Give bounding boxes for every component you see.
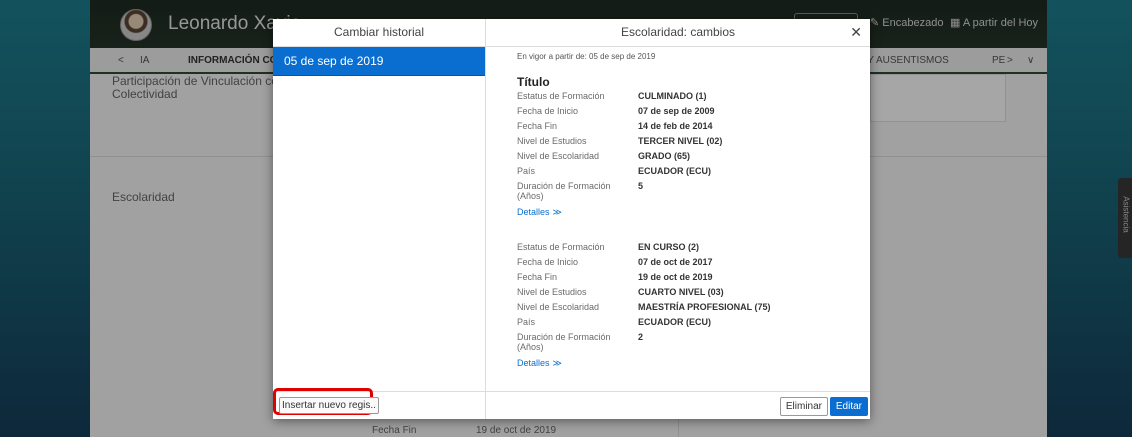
field-label: Fecha de Inicio — [517, 106, 579, 116]
field-label: País — [517, 166, 536, 176]
field-value: 07 de sep de 2009 — [638, 106, 715, 116]
record-2: Estatus de Formación EN CURSO (2) Fecha d… — [517, 240, 857, 369]
field-value: TERCER NIVEL (02) — [638, 136, 723, 146]
history-item[interactable]: 05 de sep de 2019 — [273, 47, 485, 76]
field-label: Nivel de Estudios — [517, 136, 587, 146]
field-label: Nivel de Escolaridad — [517, 151, 600, 161]
edit-button[interactable]: Editar — [829, 397, 868, 416]
left-footer: Insertar nuevo regis.. — [273, 388, 485, 419]
field-label: Nivel de Escolaridad — [517, 302, 600, 312]
field-value: EN CURSO (2) — [638, 242, 700, 252]
section-title: Título — [517, 75, 550, 89]
field-value: ECUADOR (ECU) — [638, 317, 711, 327]
field-value: 14 de feb de 2014 — [638, 121, 713, 131]
chevron-double-down-icon: ≫ — [552, 207, 562, 217]
field-label: Estatus de Formación — [517, 91, 605, 101]
insert-new-record-button[interactable]: Insertar nuevo regis.. — [279, 397, 379, 414]
field-label: Duración de Formación (Años) — [517, 332, 611, 352]
changes-panel: Escolaridad: cambios ✕ En vigor a partir… — [486, 19, 870, 419]
field-value: GRADO (65) — [638, 151, 691, 161]
close-icon[interactable]: ✕ — [850, 24, 862, 41]
history-header: Cambiar historial — [273, 19, 485, 47]
field-value: 5 — [638, 181, 644, 191]
field-value: 2 — [638, 332, 644, 342]
field-label: Fecha Fin — [517, 121, 558, 131]
field-label: Fecha de Inicio — [517, 257, 579, 267]
effective-date: En vigor a partir de: 05 de sep de 2019 — [517, 52, 656, 61]
field-label: Duración de Formación (Años) — [517, 181, 611, 201]
field-value: ECUADOR (ECU) — [638, 166, 711, 176]
field-value: CULMINADO (1) — [638, 91, 707, 101]
field-label: País — [517, 317, 536, 327]
field-value: 19 de oct de 2019 — [638, 272, 713, 282]
right-footer: Eliminar Editar — [486, 391, 870, 419]
delete-button[interactable]: Eliminar — [779, 397, 828, 416]
details-link[interactable]: Detalles ≫ — [517, 358, 857, 369]
record-1: Estatus de Formación CULMINADO (1) Fecha … — [517, 89, 857, 218]
field-label: Nivel de Estudios — [517, 287, 587, 297]
field-value: MAESTRÍA PROFESIONAL (75) — [638, 302, 771, 312]
field-label: Fecha Fin — [517, 272, 558, 282]
field-value: CUARTO NIVEL (03) — [638, 287, 724, 297]
changes-content: En vigor a partir de: 05 de sep de 2019 … — [517, 52, 857, 369]
changes-header: Escolaridad: cambios — [486, 19, 870, 47]
field-value: 07 de oct de 2017 — [638, 257, 713, 267]
history-list-panel: Cambiar historial 05 de sep de 2019 Inse… — [273, 19, 486, 419]
chevron-double-down-icon: ≫ — [552, 358, 562, 368]
change-history-dialog: Cambiar historial 05 de sep de 2019 Inse… — [273, 19, 870, 419]
details-link[interactable]: Detalles ≫ — [517, 207, 857, 218]
field-label: Estatus de Formación — [517, 242, 605, 252]
